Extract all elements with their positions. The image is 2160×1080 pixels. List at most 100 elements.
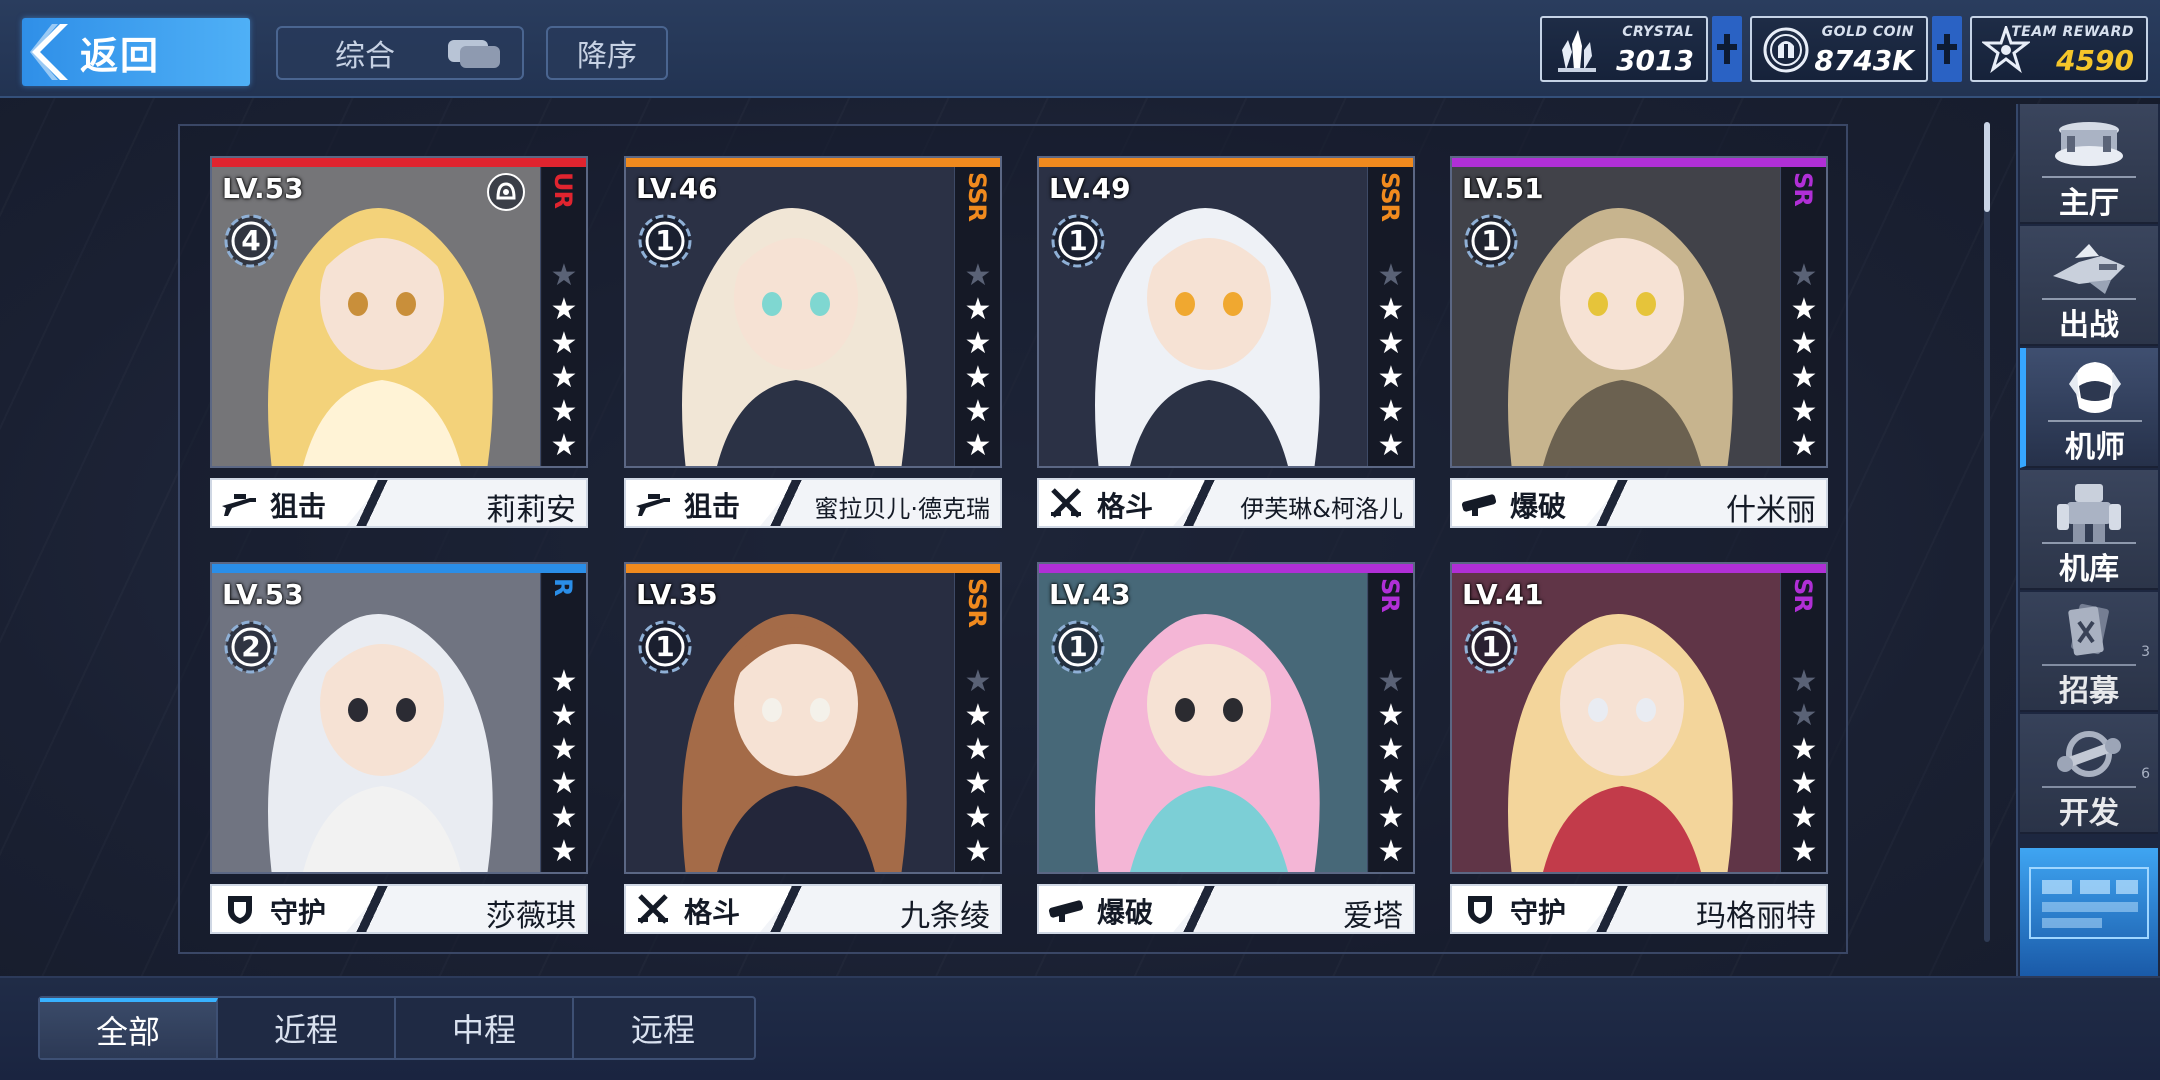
nav-item-sortie[interactable]: 出战	[2020, 226, 2158, 346]
star-icon: ★	[1377, 394, 1405, 429]
plus-icon	[1937, 34, 1957, 64]
pilot-portrait: SR ★ ★ ★ ★ ★ ★ LV.41 1	[1450, 562, 1828, 874]
star-icon: ★	[964, 732, 992, 767]
add-crystal-button[interactable]	[1712, 16, 1742, 82]
divider-slash	[1169, 480, 1229, 526]
pilot-card[interactable]: SR ★ ★ ★ ★ ★ ★ LV.51 1 爆破 什米丽	[1450, 156, 1828, 528]
scrollbar[interactable]	[1984, 122, 1990, 942]
tab-short-range[interactable]: 近程	[218, 998, 396, 1058]
tab-mid-range[interactable]: 中程	[396, 998, 574, 1058]
star-icon: ★	[1790, 292, 1818, 327]
star-icon: ★	[964, 428, 992, 463]
nav-label: 主厅	[2059, 186, 2119, 221]
star-icon: ★	[964, 258, 992, 293]
rarity-bar	[212, 158, 586, 167]
order-button[interactable]: 降序	[546, 26, 668, 80]
divider-slash	[1169, 886, 1229, 932]
rank-badge: 2	[222, 618, 280, 676]
wrench-icon	[2057, 731, 2121, 777]
pilot-name: 伊芙琳&柯洛儿	[1240, 495, 1403, 523]
rarity-bar	[1039, 158, 1413, 167]
rarity-strip: SR ★ ★ ★ ★ ★ ★	[1780, 158, 1826, 466]
star-icon: ★	[550, 292, 578, 327]
nav-label: 招募	[2059, 674, 2119, 709]
pilot-nameplate: 守护 玛格丽特	[1450, 884, 1828, 934]
nav-item-hangar[interactable]: 机库	[2020, 470, 2158, 590]
rarity-label: SSR	[1376, 172, 1404, 221]
star-icon: ★	[1790, 428, 1818, 463]
gold-coin-value: 8743K	[1814, 44, 1914, 77]
pilot-portrait: SSR ★ ★ ★ ★ ★ ★ LV.49 1	[1037, 156, 1415, 468]
rank-badge: 1	[1462, 618, 1520, 676]
divider-slash	[342, 886, 402, 932]
divider-slash	[1582, 886, 1642, 932]
star-icon: ★	[964, 326, 992, 361]
nav-item-recruit[interactable]: 3 招募	[2020, 592, 2158, 712]
pilot-class: 狙击	[684, 490, 741, 523]
back-button[interactable]: 返回	[22, 18, 250, 86]
bottom-bar: 全部 近程 中程 远程	[0, 976, 2160, 1080]
star-icon: ★	[964, 766, 992, 801]
pilot-level: LV.53	[222, 172, 304, 205]
pilot-nameplate: 爆破 爱塔	[1037, 884, 1415, 934]
pilot-portrait: SR ★ ★ ★ ★ ★ ★ LV.51 1	[1450, 156, 1828, 468]
pilot-name: 玛格丽特	[1696, 899, 1816, 934]
rank-badge: 1	[1049, 212, 1107, 270]
rarity-bar	[626, 564, 1000, 573]
star-icon: ★	[550, 732, 578, 767]
pilot-level: LV.49	[1049, 172, 1131, 205]
pilot-card[interactable]: SSR ★ ★ ★ ★ ★ ★ LV.46 1 狙击 蜜拉贝儿·德克瑞	[624, 156, 1002, 528]
nav-item-develop[interactable]: 6 开发	[2020, 714, 2158, 834]
star-icon: ★	[550, 360, 578, 395]
star-icon: ★	[550, 664, 578, 699]
nav-item-pilot[interactable]: 机师	[2020, 348, 2158, 468]
rarity-bar	[1452, 158, 1826, 167]
crystal-name: CRYSTAL	[1622, 24, 1694, 40]
base-map-icon	[2020, 848, 2158, 976]
star-icon: ★	[1790, 732, 1818, 767]
rarity-label: UR	[549, 172, 577, 208]
sniper-rifle-icon	[222, 494, 256, 516]
nav-item-hall[interactable]: 主厅	[2020, 104, 2158, 224]
sort-mode-button[interactable]: 综合	[276, 26, 524, 80]
tab-long-range[interactable]: 远程	[574, 998, 752, 1058]
pilot-card[interactable]: UR ★ ★ ★ ★ ★ ★ LV.53 4 狙击 莉莉安	[210, 156, 588, 528]
crystal-value: 3013	[1616, 44, 1694, 77]
pilot-card[interactable]: SSR ★ ★ ★ ★ ★ ★ LV.49 1 格斗 伊芙琳&柯洛儿	[1037, 156, 1415, 528]
rarity-strip: SSR ★ ★ ★ ★ ★ ★	[954, 158, 1000, 466]
shield-icon	[1468, 896, 1492, 924]
gold-coin-counter: GOLD COIN 8743K	[1750, 16, 1928, 82]
pilot-level: LV.51	[1462, 172, 1544, 205]
star-icon: ★	[964, 834, 992, 869]
pilot-level: LV.53	[222, 578, 304, 611]
pilot-card[interactable]: SR ★ ★ ★ ★ ★ ★ LV.41 1 守护 玛格丽特	[1450, 562, 1828, 934]
pilot-name: 莎薇琪	[486, 899, 576, 934]
star-icon: ★	[1377, 292, 1405, 327]
rank-number: 4	[241, 224, 261, 257]
rarity-strip: SR ★ ★ ★ ★ ★ ★	[1780, 564, 1826, 872]
sortie-icon	[2053, 244, 2125, 294]
pilot-nameplate: 守护 莎薇琪	[210, 884, 588, 934]
pilot-card[interactable]: SSR ★ ★ ★ ★ ★ ★ LV.35 1 格斗 九条绫	[624, 562, 1002, 934]
base-map-button[interactable]	[2020, 848, 2158, 976]
star-icon: ★	[1790, 664, 1818, 699]
star-icon: ★	[1377, 766, 1405, 801]
rarity-strip: SSR ★ ★ ★ ★ ★ ★	[954, 564, 1000, 872]
pilot-class: 狙击	[270, 490, 327, 523]
rank-badge: 1	[636, 212, 694, 270]
add-gold-coin-button[interactable]	[1932, 16, 1962, 82]
star-icon: ★	[1377, 258, 1405, 293]
pilot-card[interactable]: R ★ ★ ★ ★ ★ ★ LV.53 2 守护 莎薇琪	[210, 562, 588, 934]
rank-badge: 1	[1462, 212, 1520, 270]
rank-number: 1	[1068, 630, 1088, 663]
hangar-icon	[2057, 484, 2121, 542]
tab-all[interactable]: 全部	[40, 998, 218, 1058]
pilot-nameplate: 狙击 莉莉安	[210, 478, 588, 528]
scrollbar-thumb[interactable]	[1984, 122, 1990, 212]
pilot-card[interactable]: SR ★ ★ ★ ★ ★ ★ LV.43 1 爆破 爱塔	[1037, 562, 1415, 934]
star-rating: ★ ★ ★ ★ ★ ★	[1789, 666, 1819, 868]
toggle-icon	[448, 40, 500, 68]
rarity-label: SR	[1789, 172, 1817, 206]
top-bar: 返回 综合 降序 CRYSTAL 3013 GOLD COIN 8743K TE…	[0, 0, 2160, 98]
star-icon: ★	[964, 664, 992, 699]
